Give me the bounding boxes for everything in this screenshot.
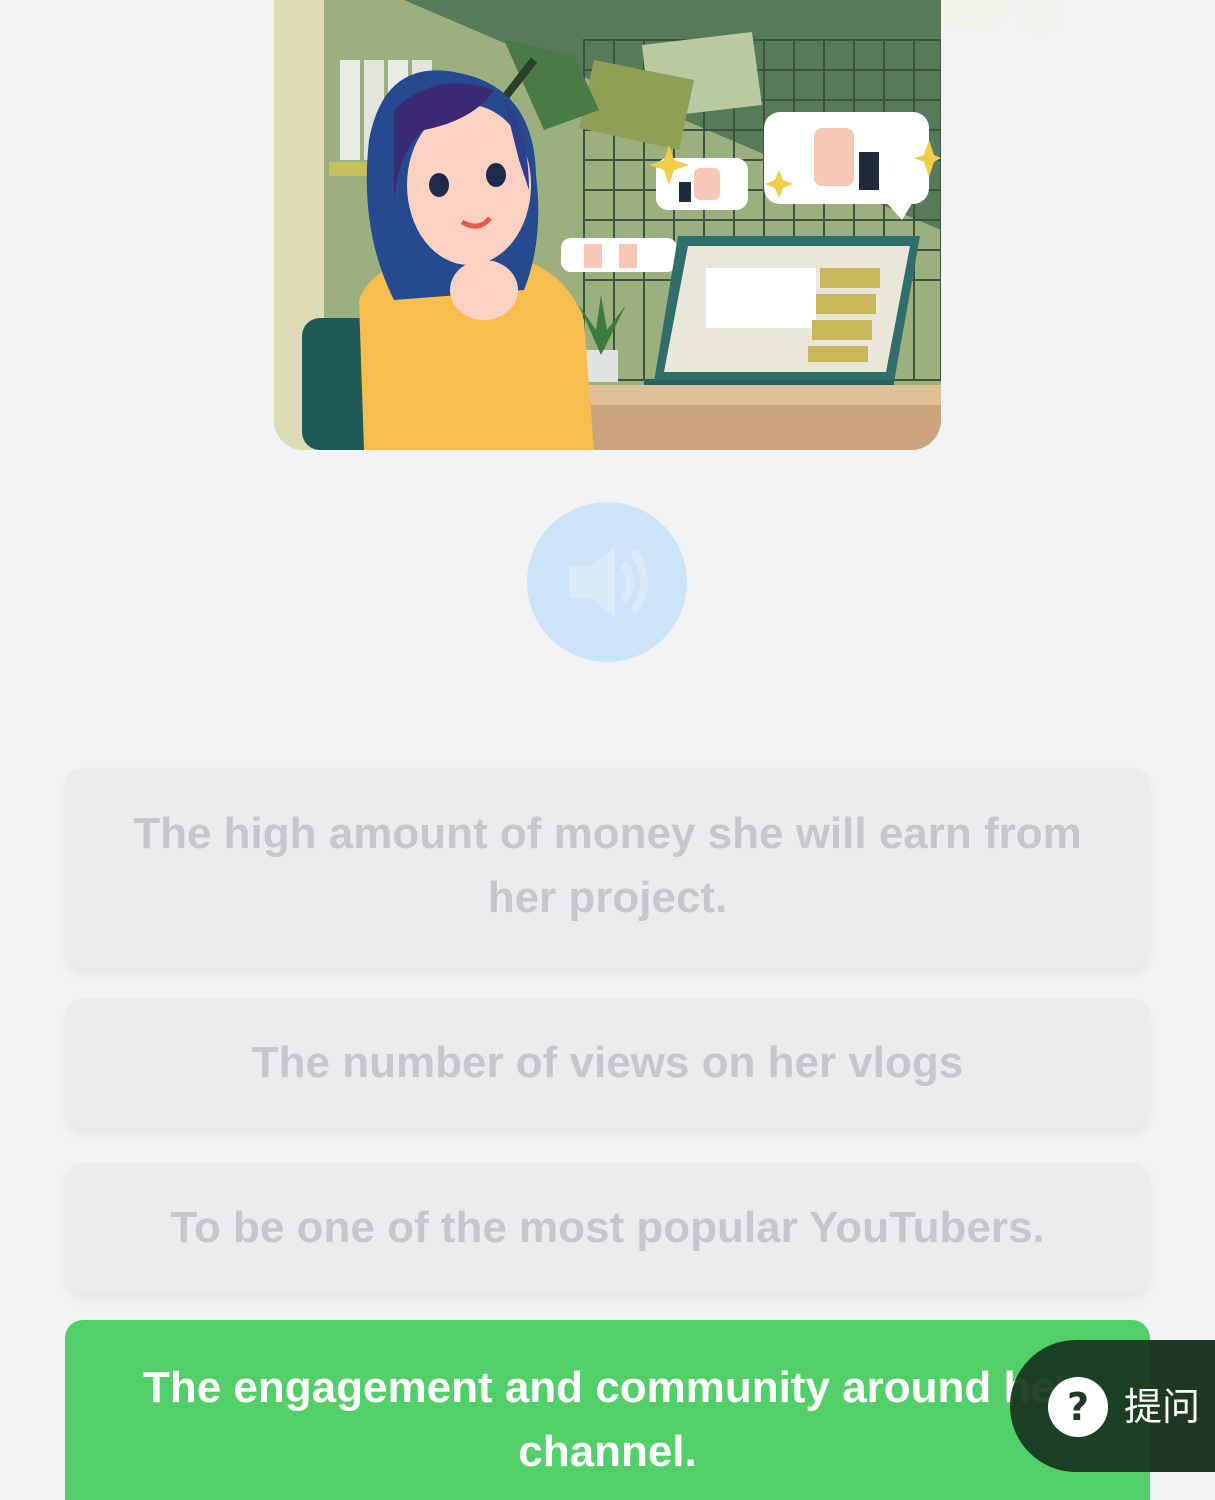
woman-vlogger-illustration — [274, 0, 941, 450]
answer-option-selected[interactable]: The engagement and community around her … — [65, 1320, 1150, 1500]
answer-option[interactable]: The number of views on her vlogs — [65, 998, 1150, 1128]
ask-question-label: 提问 — [1124, 1385, 1201, 1429]
question-mark-icon: ? — [1048, 1377, 1108, 1437]
light-glare — [930, 0, 1062, 34]
speaker-icon — [569, 546, 648, 618]
vlogger-illustration — [274, 0, 941, 450]
answer-option[interactable]: The high amount of money she will earn f… — [65, 768, 1150, 968]
answer-option[interactable]: To be one of the most popular YouTubers. — [65, 1163, 1150, 1293]
play-audio-button[interactable] — [527, 502, 687, 662]
quiz-screen: The high amount of money she will earn f… — [0, 0, 1215, 1500]
